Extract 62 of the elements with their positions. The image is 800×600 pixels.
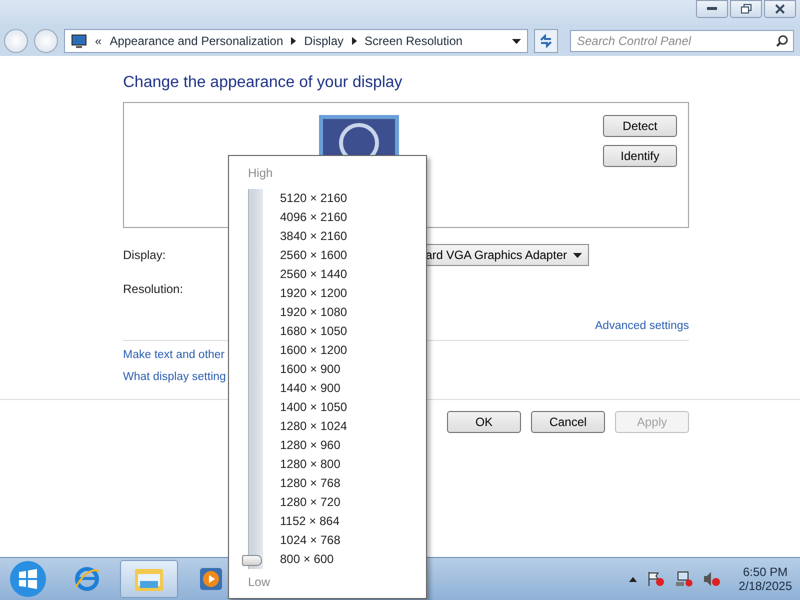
dialog-button[interactable]: OK [447, 411, 521, 433]
monitor-icon [71, 34, 87, 48]
resolution-option[interactable]: 1680 × 1050 [280, 322, 348, 341]
dropdown-arrow-icon[interactable] [512, 38, 521, 44]
clock[interactable]: 6:50 PM 2/18/2025 [738, 565, 792, 593]
resolution-option[interactable]: 1920 × 1200 [280, 284, 348, 303]
dialog-button[interactable]: Cancel [531, 411, 605, 433]
folder-icon [134, 566, 164, 592]
resolution-option[interactable]: 1024 × 768 [280, 531, 348, 550]
panel-button[interactable]: Detect [603, 115, 677, 137]
minimize-button[interactable] [696, 0, 728, 18]
close-icon [775, 4, 785, 14]
panel-button[interactable]: Identify [603, 145, 677, 167]
address-bar[interactable]: « Appearance and Personalization Display Screen Resolution [64, 29, 528, 53]
resolution-option[interactable]: 4096 × 2160 [280, 208, 348, 227]
resolution-option[interactable]: 800 × 600 [280, 550, 348, 569]
resolution-option[interactable]: 1440 × 900 [280, 379, 348, 398]
resolution-option[interactable]: 1280 × 720 [280, 493, 348, 512]
display-label: Display: [123, 248, 166, 262]
browser-icon [73, 565, 101, 593]
refresh-icon [539, 34, 553, 48]
breadcrumb-link[interactable]: Appearance and Personalization [110, 34, 284, 48]
play-icon [199, 567, 223, 591]
close-button[interactable] [764, 0, 796, 18]
breadcrumb-link[interactable]: Screen Resolution [364, 34, 463, 48]
chevron-right-icon [291, 37, 296, 45]
speaker-icon[interactable] [702, 571, 721, 587]
resolution-option[interactable]: 1920 × 1080 [280, 303, 348, 322]
resolution-option[interactable]: 5120 × 2160 [280, 189, 348, 208]
low-label: Low [248, 575, 272, 589]
resolution-option[interactable]: 1280 × 960 [280, 436, 348, 455]
refresh-button[interactable] [534, 29, 558, 53]
high-label: High [248, 166, 274, 180]
breadcrumb-link[interactable]: Display [304, 34, 344, 48]
resolution-option[interactable]: 3840 × 2160 [280, 227, 348, 246]
flag-icon[interactable] [646, 571, 665, 587]
minimize-icon [707, 7, 717, 11]
resolution-option[interactable]: 2560 × 1440 [280, 265, 348, 284]
resolution-label: Resolution: [123, 282, 184, 296]
resolution-option[interactable]: 2560 × 1600 [280, 246, 348, 265]
resolution-option[interactable]: 1400 × 1050 [280, 398, 348, 417]
caret-up-icon[interactable] [628, 576, 637, 582]
dropdown-arrow-icon [573, 252, 582, 258]
resolution-option[interactable]: 1280 × 1024 [280, 417, 348, 436]
resolution-option[interactable]: 1280 × 800 [280, 455, 348, 474]
advanced-settings-link[interactable]: Advanced settings [595, 320, 689, 332]
page-heading: Change the appearance of your display [123, 74, 404, 92]
chevron-right-icon [352, 37, 357, 45]
help-link[interactable]: What display setting [123, 371, 226, 383]
address-prefix: « [95, 34, 102, 48]
resolution-option[interactable]: 1600 × 900 [280, 360, 348, 379]
restore-icon [740, 4, 752, 14]
resolution-option[interactable]: 1152 × 864 [280, 512, 348, 531]
search-field[interactable]: Search Control Panel [570, 30, 794, 52]
restore-button[interactable] [730, 0, 762, 18]
help-link[interactable]: Make text and other [123, 349, 225, 361]
resolution-option[interactable]: 1600 × 1200 [280, 341, 348, 360]
windows-logo-icon [10, 561, 46, 597]
network-icon[interactable] [674, 571, 693, 587]
resolution-option[interactable]: 1280 × 768 [280, 474, 348, 493]
slider-thumb[interactable] [242, 555, 262, 566]
search-icon [776, 35, 788, 47]
